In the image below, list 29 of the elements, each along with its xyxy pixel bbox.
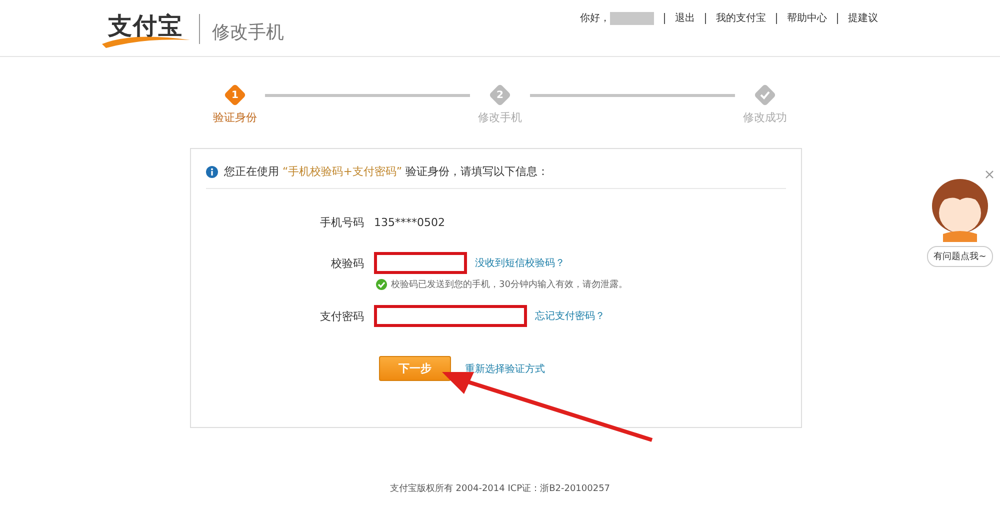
code-hint: 校验码已发送到您的手机，30分钟内输入有效，请勿泄露。 bbox=[391, 278, 628, 291]
nav-link[interactable]: 帮助中心 bbox=[776, 12, 837, 24]
field-label: 校验码 bbox=[330, 256, 364, 270]
copyright: 支付宝版权所有 2004-2014 ICP证：浙B2-20100257 bbox=[390, 484, 610, 494]
assistant-avatar[interactable] bbox=[929, 176, 991, 242]
phone-number: 135****0502 bbox=[374, 216, 445, 229]
step-marker: 2 bbox=[488, 84, 512, 106]
help-bubble[interactable]: 有问题点我~ bbox=[926, 246, 994, 267]
greeting: 你好， bbox=[580, 12, 610, 25]
close-icon[interactable] bbox=[985, 170, 994, 179]
step-label: 验证身份 bbox=[213, 110, 257, 125]
redacted-username bbox=[610, 12, 654, 24]
code-input[interactable] bbox=[374, 252, 467, 274]
page-title: 修改手机 bbox=[212, 21, 284, 44]
notice-text: 您正在使用 “手机校验码+支付密码” 验证身份，请填写以下信息： bbox=[224, 164, 549, 179]
logo: 支付宝 bbox=[104, 10, 187, 48]
check-icon bbox=[376, 279, 387, 290]
nav-link[interactable]: 我的支付宝 bbox=[705, 12, 776, 24]
field-label: 手机号码 bbox=[319, 215, 364, 230]
nav-link[interactable]: 提建议 bbox=[837, 12, 888, 24]
field-label: 支付密码 bbox=[319, 308, 364, 324]
step-label: 修改手机 bbox=[478, 110, 522, 125]
nav-link[interactable]: 退出 bbox=[664, 12, 705, 24]
step-label: 修改成功 bbox=[743, 110, 787, 125]
forgot-password-link[interactable]: 忘记支付密码？ bbox=[535, 309, 605, 323]
info-icon bbox=[206, 166, 218, 178]
step-marker: 1 bbox=[224, 84, 246, 106]
password-input[interactable] bbox=[374, 305, 527, 327]
resend-code-link[interactable]: 没收到短信校验码？ bbox=[475, 256, 565, 270]
